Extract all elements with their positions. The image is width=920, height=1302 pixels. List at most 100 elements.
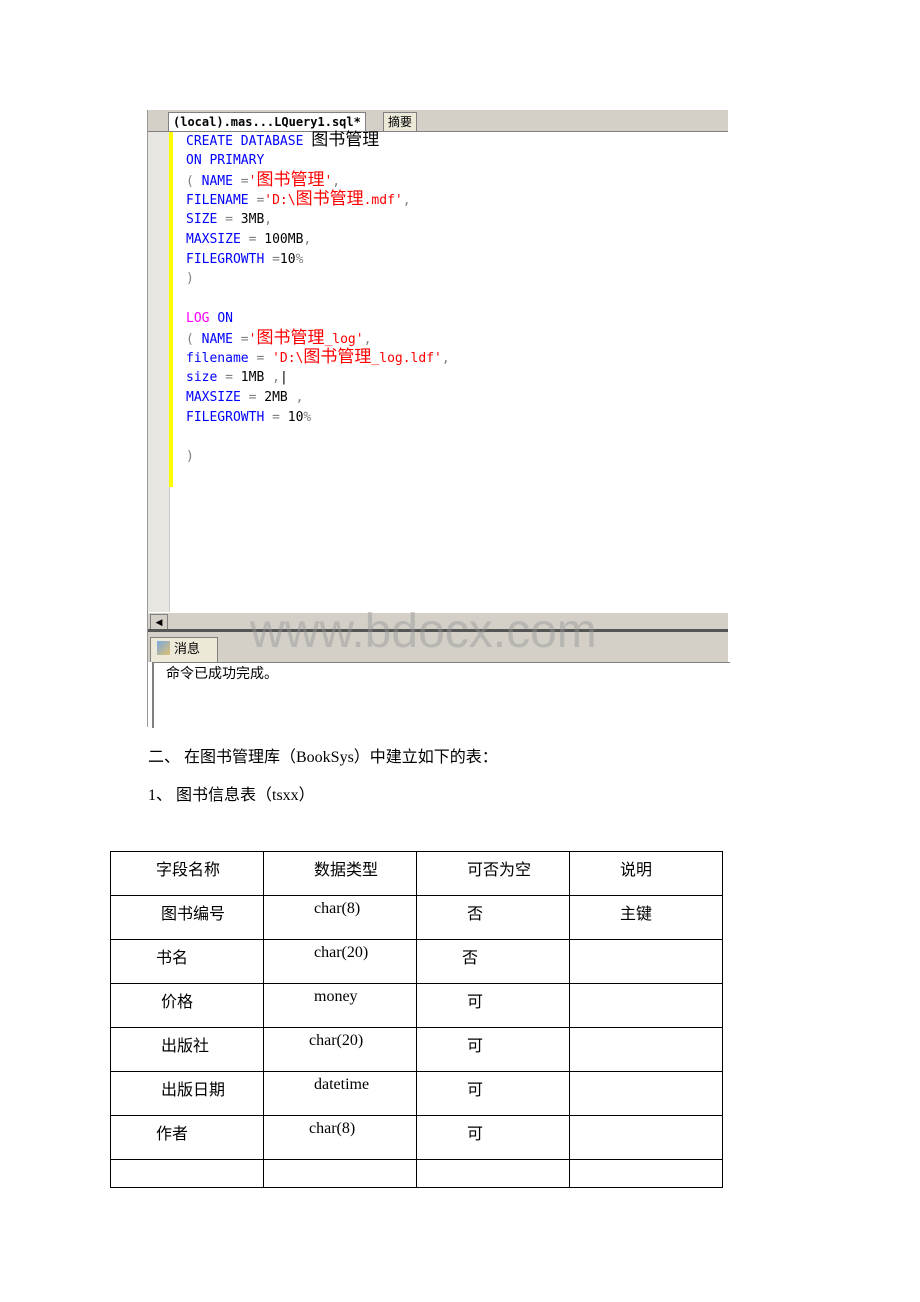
code-token: = <box>248 231 265 247</box>
code-token: % <box>295 251 304 267</box>
code-token: 图书管理 <box>295 189 364 210</box>
messages-icon <box>157 641 170 655</box>
code-token: NAME <box>201 173 241 189</box>
code-token: 图书管理 <box>311 130 380 150</box>
tab-messages-label: 消息 <box>174 642 201 657</box>
table-header-row: 字段名称 数据类型 可否为空 说明 <box>110 851 723 896</box>
code-line: SIZE = 3MB, <box>186 210 450 230</box>
tab-query[interactable]: (local).mas...LQuery1.sql* <box>168 112 366 131</box>
code-token: , <box>303 231 312 247</box>
code-token: CREATE DATABASE <box>186 134 312 149</box>
code-line: ( NAME ='图书管理', <box>186 169 450 191</box>
cell-text: 可 <box>467 994 484 1011</box>
code-token: , <box>441 351 450 367</box>
table-cell: 出版日期 <box>110 1071 264 1116</box>
code-token: , <box>363 331 372 347</box>
table-cell: 否 <box>416 895 570 940</box>
code-line: ( NAME ='图书管理_log', <box>186 327 450 349</box>
code-token: 图书管理 <box>256 327 325 348</box>
code-token: ( <box>186 173 202 189</box>
table-header-cell: 数据类型 <box>263 851 417 896</box>
code-token: FILEGROWTH <box>186 251 273 267</box>
code-token: _log' <box>324 331 364 347</box>
cell-text: 否 <box>462 950 479 967</box>
header-text: 数据类型 <box>314 862 379 879</box>
code-token: = <box>225 370 241 385</box>
tab-messages[interactable]: 消息 <box>150 637 218 662</box>
code-line: filename = 'D:\图书管理_log.ldf', <box>186 347 450 368</box>
table-cell: money <box>263 983 417 1028</box>
code-line: MAXSIZE = 2MB , <box>186 388 450 408</box>
code-token: MAXSIZE <box>186 389 249 405</box>
code-token: LOG <box>186 310 218 326</box>
code-token: , <box>264 212 273 227</box>
table-cell <box>110 1159 264 1188</box>
table-row: 价格 money 可 <box>110 983 723 1028</box>
table-row: 作者 char(8) 可 <box>110 1115 723 1160</box>
table-row: 书名 char(20) 否 <box>110 939 723 984</box>
scroll-left-icon[interactable]: ◀ <box>150 614 168 630</box>
code-token: 图书管理 <box>256 169 325 190</box>
table-cell: 可 <box>416 1115 570 1160</box>
table-row: 图书编号 char(8) 否 主键 <box>110 895 723 940</box>
cell-text: char(8) <box>314 900 361 917</box>
table-cell <box>416 1159 570 1188</box>
cell-text: 出版社 <box>161 1038 210 1055</box>
code-token: , <box>295 389 304 405</box>
table-cell: 可 <box>416 983 570 1028</box>
code-token: ON <box>217 310 233 326</box>
code-line: ) <box>186 447 450 467</box>
cell-text: 价格 <box>161 994 194 1011</box>
table-cell: 主键 <box>569 895 723 940</box>
header-text: 说明 <box>620 862 653 879</box>
code-token: 100MB <box>264 231 304 247</box>
code-area[interactable]: CREATE DATABASE 图书管理 ON PRIMARY( NAME ='图… <box>186 130 450 467</box>
table-cell <box>569 1115 723 1160</box>
cell-text: char(20) <box>309 1032 364 1049</box>
tab-summary[interactable]: 摘要 <box>383 112 418 131</box>
watermark: www.bdocx.com <box>250 605 597 658</box>
table-header-cell: 说明 <box>569 851 723 896</box>
code-token: | <box>279 370 288 385</box>
cell-text: 否 <box>467 906 484 923</box>
code-token: , <box>272 370 280 385</box>
table-cell <box>569 1159 723 1188</box>
cell-text: 图书编号 <box>161 906 226 923</box>
section-heading: 二、 在图书管理库（BookSys）中建立如下的表： <box>148 749 498 766</box>
code-token: , <box>402 193 411 209</box>
code-token: , <box>332 173 341 189</box>
code-token: 图书管理 <box>303 347 372 368</box>
code-token: 'D:\ <box>264 193 296 209</box>
code-token: = <box>256 351 273 367</box>
code-token: MAXSIZE <box>186 231 249 247</box>
code-token: FILENAME <box>186 193 257 209</box>
table-cell: char(20) <box>263 939 417 984</box>
header-text: 可否为空 <box>467 862 532 879</box>
code-token: ON PRIMARY <box>186 152 265 168</box>
messages-pane: 命令已成功完成。 <box>152 662 730 728</box>
table-cell: 可 <box>416 1071 570 1116</box>
code-token: 2MB <box>264 389 296 405</box>
cell-text: 可 <box>467 1082 484 1099</box>
table-header-cell: 字段名称 <box>110 851 264 896</box>
code-line: CREATE DATABASE 图书管理 <box>186 130 450 151</box>
code-token: 1MB <box>240 370 273 385</box>
table-cell: 否 <box>416 939 570 984</box>
code-token: .mdf' <box>363 193 403 209</box>
table-cell: 书名 <box>110 939 264 984</box>
change-marker <box>169 132 173 487</box>
code-token: = <box>225 212 241 227</box>
table-cell <box>569 1027 723 1072</box>
table-cell: 出版社 <box>110 1027 264 1072</box>
cell-text: money <box>314 988 358 1005</box>
cell-text: 可 <box>467 1126 484 1143</box>
table-cell: datetime <box>263 1071 417 1116</box>
editor-gutter <box>148 132 170 612</box>
code-token: 3MB <box>240 212 265 227</box>
table-row: 出版社 char(20) 可 <box>110 1027 723 1072</box>
code-token: size <box>186 370 226 385</box>
table-row <box>110 1159 723 1188</box>
code-line: MAXSIZE = 100MB, <box>186 230 450 250</box>
